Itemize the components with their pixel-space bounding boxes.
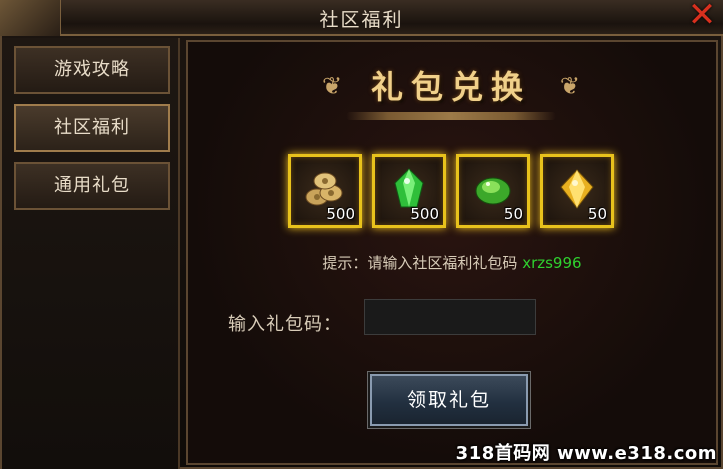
gift-code-label: 输入礼包码： bbox=[228, 314, 342, 335]
sidebar: 游戏攻略 社区福利 通用礼包 bbox=[2, 38, 180, 469]
reward-slot[interactable]: 500 bbox=[288, 154, 362, 228]
reward-count: 500 bbox=[410, 205, 439, 223]
banner-title: 礼包兑换 bbox=[370, 68, 531, 106]
gift-banner: ❦ 礼包兑换 ❦ bbox=[322, 54, 580, 120]
reward-slot[interactable]: 500 bbox=[372, 154, 446, 228]
hint-prefix: 提示：请输入社区福利礼包码 bbox=[322, 254, 518, 272]
laurel-right-icon: ❦ bbox=[559, 72, 580, 100]
reward-count: 50 bbox=[587, 205, 607, 223]
title-bar: 社区福利 ✕ bbox=[0, 0, 723, 36]
sidebar-item-community-benefits[interactable]: 社区福利 bbox=[14, 104, 170, 152]
reward-count: 50 bbox=[503, 205, 523, 223]
reward-slot[interactable]: 50 bbox=[456, 154, 530, 228]
window-title: 社区福利 bbox=[319, 9, 404, 31]
claim-gift-button[interactable]: 领取礼包 bbox=[370, 374, 528, 426]
reward-slot[interactable]: 50 bbox=[540, 154, 614, 228]
sidebar-item-universal-gift[interactable]: 通用礼包 bbox=[14, 162, 170, 210]
banner-divider bbox=[346, 112, 556, 120]
close-icon[interactable]: ✕ bbox=[685, 0, 719, 34]
gift-code-input[interactable] bbox=[364, 299, 536, 335]
main-panel: ❦ 礼包兑换 ❦ 500 500 50 50 提示：请输入社区福利礼包码 xrz… bbox=[186, 40, 718, 465]
sidebar-item-guides[interactable]: 游戏攻略 bbox=[14, 46, 170, 94]
watermark: 318首码网 www.e318.com bbox=[455, 443, 717, 464]
hint-text: 提示：请输入社区福利礼包码 xrzs996 bbox=[188, 252, 716, 273]
reward-list: 500 500 50 50 bbox=[288, 154, 618, 234]
laurel-left-icon: ❦ bbox=[322, 72, 343, 100]
reward-count: 500 bbox=[326, 205, 355, 223]
gift-code-hint: xrzs996 bbox=[522, 254, 582, 272]
